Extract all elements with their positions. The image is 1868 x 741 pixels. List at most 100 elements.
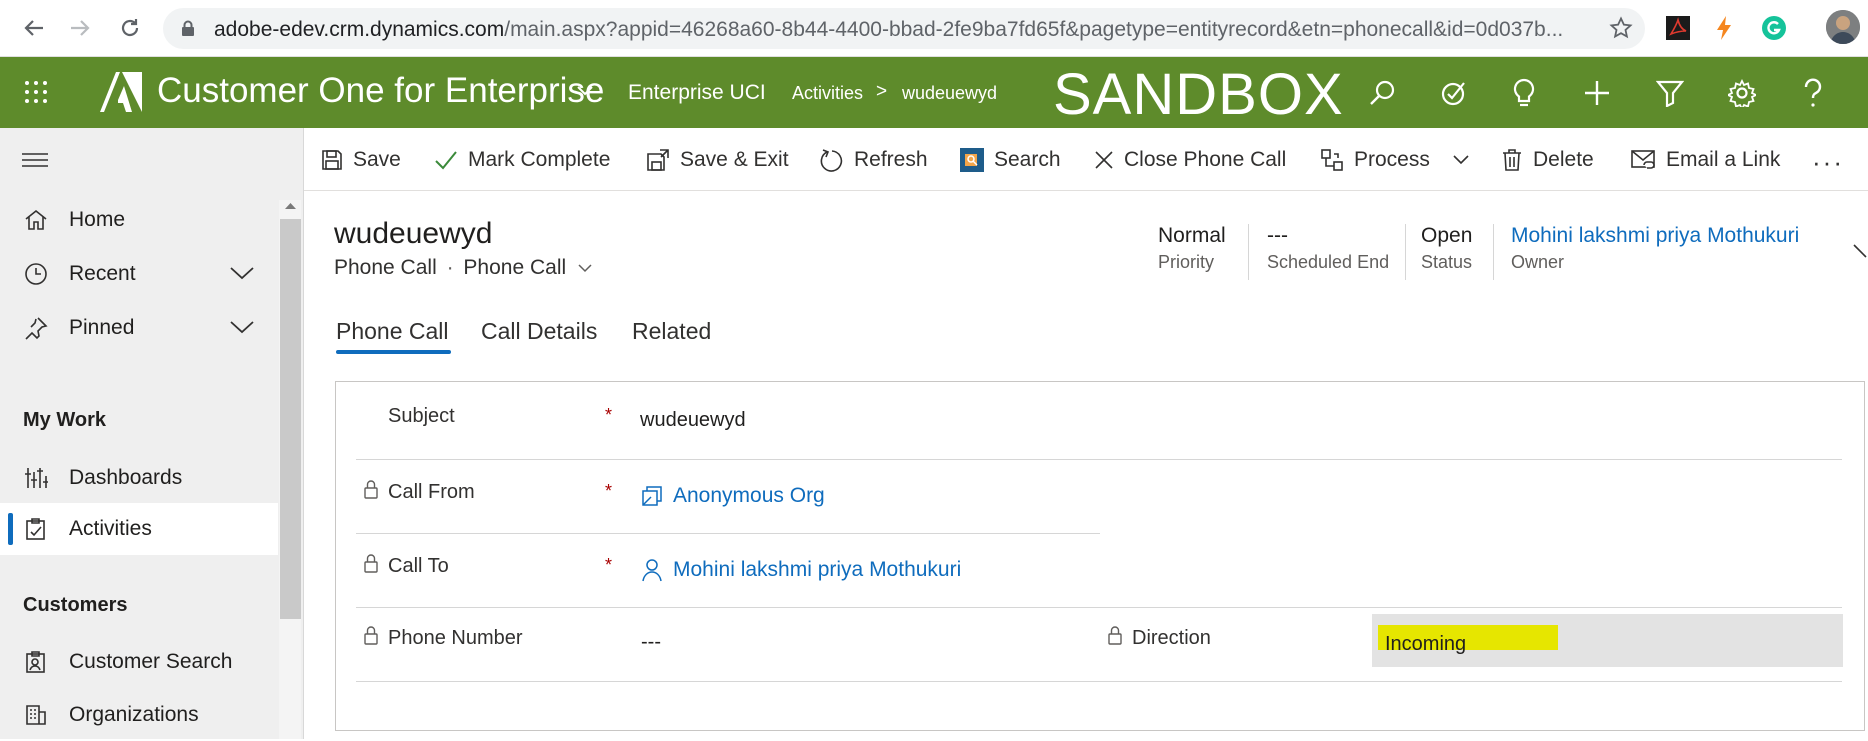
save-button[interactable]: Save <box>321 128 401 191</box>
header-priority: Normal Priority <box>1158 224 1226 273</box>
sidebar-item-label: Home <box>69 208 126 231</box>
sidebar-item-pinned[interactable]: Pinned <box>0 302 278 354</box>
subtitle-separator: · <box>446 256 454 279</box>
call-to-value[interactable]: Mohini lakshmi priya Mothukuri <box>673 558 961 582</box>
module-name[interactable]: Enterprise UCI <box>628 81 766 105</box>
record-subtitle: Phone Call · Phone Call <box>334 256 592 280</box>
header-scheduled-end: --- Scheduled End <box>1267 224 1389 273</box>
direction-value: Incoming <box>1385 633 1467 655</box>
url-domain: adobe-edev.crm.dynamics.com <box>214 18 505 41</box>
reload-button[interactable] <box>112 10 148 46</box>
subject-label: Subject <box>388 405 455 427</box>
address-bar[interactable]: adobe-edev.crm.dynamics.com/main.aspx?ap… <box>163 8 1645 49</box>
close-phone-call-label: Close Phone Call <box>1124 147 1287 171</box>
breadcrumb-activities[interactable]: Activities <box>792 83 863 104</box>
sidebar-item-label: Pinned <box>69 316 135 339</box>
sidebar-item-organizations[interactable]: Organizations <box>0 689 278 741</box>
direction-field: Incoming <box>1372 614 1843 667</box>
chevron-down-icon[interactable] <box>1452 154 1470 166</box>
owner-value[interactable]: Mohini lakshmi priya Mothukuri <box>1511 224 1799 248</box>
chevron-down-icon[interactable] <box>229 265 255 281</box>
sidebar-scrollbar[interactable] <box>279 200 301 739</box>
row-divider <box>356 607 1842 608</box>
header-expand-chevron-icon[interactable] <box>1853 244 1867 270</box>
environment-banner: SANDBOX <box>1053 62 1344 127</box>
sidebar-item-home[interactable]: Home <box>0 194 278 246</box>
mark-complete-button[interactable]: Mark Complete <box>434 128 610 191</box>
subject-input[interactable]: wudeuewyd <box>640 409 746 432</box>
back-button[interactable] <box>16 10 52 46</box>
delete-button[interactable]: Delete <box>1501 128 1594 191</box>
priority-caption: Priority <box>1158 252 1215 272</box>
assistant-icon[interactable] <box>1438 77 1470 109</box>
activities-icon <box>26 518 45 540</box>
required-indicator: * <box>605 405 613 425</box>
reload-icon <box>121 19 139 37</box>
app-switcher-chevron-icon[interactable] <box>576 85 594 97</box>
filter-icon[interactable] <box>1654 77 1686 109</box>
sidebar-item-label: Recent <box>69 262 136 285</box>
sidebar-item-recent[interactable]: Recent <box>0 248 278 300</box>
phone-number-value: --- <box>641 631 661 653</box>
profile-avatar[interactable] <box>1826 10 1860 44</box>
sidebar-item-label: Activities <box>69 517 152 540</box>
forward-arrow-icon <box>71 20 90 36</box>
help-icon[interactable] <box>1797 77 1829 109</box>
scroll-up-arrow-icon[interactable] <box>285 202 296 210</box>
row-divider <box>356 681 1842 682</box>
dashboards-icon <box>25 468 48 488</box>
command-bar: Save Mark Complete Save & Exit Refresh S… <box>304 128 1868 191</box>
call-from-label: Call From <box>388 481 475 503</box>
search-command-button[interactable]: Search <box>960 128 1061 191</box>
adobe-logo-icon <box>100 72 142 112</box>
scheduled-end-value: --- <box>1267 224 1288 247</box>
lock-icon <box>364 626 378 645</box>
process-label: Process <box>1354 147 1430 171</box>
sidebar-item-activities[interactable]: Activities <box>0 503 278 555</box>
tab-phone-call[interactable]: Phone Call <box>336 318 449 345</box>
breadcrumb-separator: > <box>876 81 888 102</box>
customer-search-icon <box>26 651 45 673</box>
mark-complete-label: Mark Complete <box>468 147 611 171</box>
grammarly-extension-icon[interactable] <box>1760 14 1788 42</box>
settings-icon[interactable] <box>1726 77 1758 109</box>
tab-related[interactable]: Related <box>632 318 711 345</box>
new-icon[interactable] <box>1581 77 1613 109</box>
lightbulb-icon[interactable] <box>1508 77 1540 109</box>
header-divider <box>1248 224 1249 280</box>
header-owner[interactable]: Mohini lakshmi priya Mothukuri Owner <box>1511 224 1799 273</box>
close-phone-call-button[interactable]: Close Phone Call <box>1094 128 1286 191</box>
header-divider <box>1493 224 1494 280</box>
organizations-icon <box>26 705 46 725</box>
pdf-extension-icon[interactable] <box>1664 14 1692 42</box>
sidebar-group-customers: Customers <box>23 594 128 616</box>
forward-button[interactable] <box>62 10 98 46</box>
call-to-lookup[interactable]: Mohini lakshmi priya Mothukuri <box>641 558 961 582</box>
process-button[interactable]: Process <box>1320 128 1480 191</box>
app-title[interactable]: Customer One for Enterprise <box>157 71 604 111</box>
form-selector[interactable]: Phone Call <box>463 256 566 279</box>
refresh-button[interactable]: Refresh <box>820 128 928 191</box>
bookmark-star-icon[interactable] <box>1609 16 1633 40</box>
scheduled-end-caption: Scheduled End <box>1267 252 1390 272</box>
call-from-value[interactable]: Anonymous Org <box>673 484 825 508</box>
email-a-link-button[interactable]: Email a Link <box>1630 128 1780 191</box>
url-text: adobe-edev.crm.dynamics.com/main.aspx?ap… <box>214 18 1574 42</box>
sidebar-item-customer-search[interactable]: Customer Search <box>0 636 278 688</box>
entity-name: Phone Call <box>334 256 437 279</box>
save-and-exit-button[interactable]: Save & Exit <box>646 128 789 191</box>
search-icon[interactable] <box>1366 77 1398 109</box>
form-selector-chevron-icon[interactable] <box>578 264 592 273</box>
browser-toolbar: adobe-edev.crm.dynamics.com/main.aspx?ap… <box>0 0 1868 57</box>
app-launcher-icon[interactable] <box>24 80 48 104</box>
call-from-lookup[interactable]: Anonymous Org <box>641 484 825 508</box>
more-commands-button[interactable]: ··· <box>1812 147 1844 178</box>
chevron-down-icon[interactable] <box>229 319 255 335</box>
sidebar-item-dashboards[interactable]: Dashboards <box>0 452 278 504</box>
scrollbar-thumb[interactable] <box>280 219 301 619</box>
tab-call-details[interactable]: Call Details <box>481 318 597 345</box>
lightning-extension-icon[interactable] <box>1710 14 1738 42</box>
sidebar-item-label: Organizations <box>69 703 199 726</box>
active-indicator <box>8 513 13 545</box>
hamburger-menu-icon[interactable] <box>22 153 48 167</box>
